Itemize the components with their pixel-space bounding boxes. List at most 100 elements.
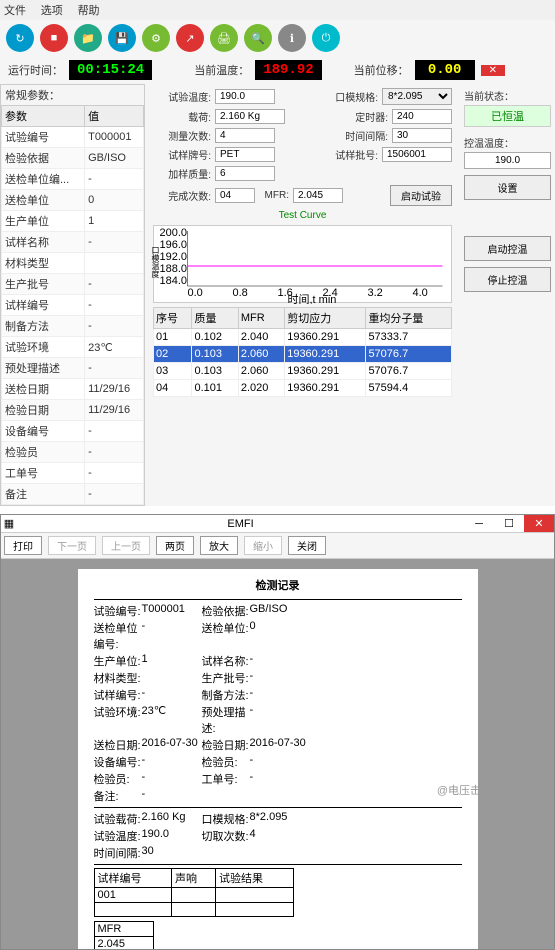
param-row[interactable]: 试样编号-	[2, 295, 144, 316]
close-button[interactable]: 关闭	[288, 536, 326, 555]
start-ctrl-button[interactable]: 启动控温	[464, 236, 551, 261]
power-icon[interactable]: ⏻	[312, 24, 340, 52]
svg-text:0.8: 0.8	[233, 287, 248, 299]
batch-input[interactable]	[382, 147, 452, 162]
zoomout-button[interactable]: 缩小	[244, 536, 282, 555]
col-mass: 质量	[192, 308, 238, 329]
center-panel: 试验温度: 口模规格: 8*2.095 载荷: 定时器: 测量次数: 时间间隔:…	[145, 84, 460, 506]
settings-icon[interactable]: ⚙	[142, 24, 170, 52]
count-input[interactable]	[215, 128, 275, 143]
param-row[interactable]: 预处理描述-	[2, 358, 144, 379]
toolbar: ↻ ■ 📁 💾 ⚙ ↗ 🖨 🔍 ℹ ⏻	[0, 20, 555, 56]
param-row[interactable]: 试样名称-	[2, 232, 144, 253]
param-row[interactable]: 检验员-	[2, 442, 144, 463]
zoom-icon[interactable]: 🔍	[244, 24, 272, 52]
load-input[interactable]	[215, 109, 285, 124]
menu-file[interactable]: 文件	[4, 5, 26, 17]
param-row[interactable]: 送检日期11/29/16	[2, 379, 144, 400]
addmass-label: 加样质量:	[153, 166, 211, 181]
alert-icon[interactable]: ✕	[481, 65, 505, 76]
refresh-icon[interactable]: ↻	[6, 24, 34, 52]
minimize-icon[interactable]: ─	[464, 518, 494, 530]
param-row[interactable]: 材料类型	[2, 253, 144, 274]
settings-button[interactable]: 设置	[464, 175, 551, 200]
done-input[interactable]	[215, 188, 255, 203]
svg-text:200.0: 200.0	[160, 227, 188, 239]
params-table: 参数值 试验编号T000001检验依据GB/ISO送检单位编...-送检单位0生…	[1, 105, 144, 505]
report-page: 检测记录 试验编号:T000001检验依据:GB/ISO送检单位编号:-送检单位…	[78, 569, 478, 949]
nextpage-button[interactable]: 下一页	[48, 536, 96, 555]
prevpage-button[interactable]: 上一页	[102, 536, 150, 555]
stop-ctrl-button[interactable]: 停止控温	[464, 267, 551, 292]
data-row[interactable]: 040.1012.02019360.29157594.4	[154, 380, 452, 397]
report-window: ▦ EMFI ─ ☐ ✕ 打印 下一页 上一页 两页 放大 缩小 关闭 检测记录…	[0, 514, 555, 950]
param-row[interactable]: 试验环境23℃	[2, 337, 144, 358]
param-val-hdr: 值	[85, 106, 144, 127]
data-row[interactable]: 030.1032.06019360.29157076.7	[154, 363, 452, 380]
zoomin-button[interactable]: 放大	[200, 536, 238, 555]
data-row[interactable]: 020.1032.06019360.29157076.7	[154, 346, 452, 363]
main-area: 常规参数： 参数值 试验编号T000001检验依据GB/ISO送检单位编...-…	[0, 84, 555, 506]
runtime-label: 运行时间：	[8, 62, 63, 78]
menu-help[interactable]: 帮助	[78, 5, 100, 17]
brand-input[interactable]	[215, 147, 275, 162]
spec-label: 口模规格:	[320, 89, 378, 104]
spec-select[interactable]: 8*2.095	[382, 88, 452, 105]
col-stress: 剪切应力	[285, 308, 366, 329]
print-icon[interactable]: 🖨	[210, 24, 238, 52]
chart-ylabel: 口模温度	[150, 246, 161, 278]
info-icon[interactable]: ℹ	[278, 24, 306, 52]
status-row: 运行时间： 00:15:24 当前温度： 189.92 当前位移： 0.00 ✕	[0, 56, 555, 84]
param-row[interactable]: 送检单位0	[2, 190, 144, 211]
svg-text:192.0: 192.0	[160, 251, 188, 263]
menu-options[interactable]: 选项	[41, 5, 63, 17]
open-icon[interactable]: 📁	[74, 24, 102, 52]
addmass-input[interactable]	[215, 166, 275, 181]
param-row[interactable]: 试验编号T000001	[2, 127, 144, 148]
curtemp-value: 189.92	[255, 60, 321, 80]
col-mw: 重均分子量	[366, 308, 452, 329]
report-toolbar: 打印 下一页 上一页 两页 放大 缩小 关闭	[1, 533, 554, 559]
report-title: 检测记录	[94, 577, 462, 593]
print-button[interactable]: 打印	[4, 536, 42, 555]
data-table: 序号 质量 MFR 剪切应力 重均分子量 010.1022.04019360.2…	[153, 307, 452, 397]
mfr-input[interactable]	[293, 188, 343, 203]
interval-input[interactable]	[392, 128, 452, 143]
col-mfr: MFR	[238, 308, 284, 329]
param-row[interactable]: 检验日期11/29/16	[2, 400, 144, 421]
interval-label: 时间间隔:	[330, 128, 388, 143]
brand-label: 试样牌号:	[153, 147, 211, 162]
param-row[interactable]: 生产单位1	[2, 211, 144, 232]
chart-title: Test Curve	[153, 210, 452, 221]
curpos-label: 当前位移：	[354, 62, 409, 78]
export-icon[interactable]: ↗	[176, 24, 204, 52]
report-viewport[interactable]: 检测记录 试验编号:T000001检验依据:GB/ISO送检单位编号:-送检单位…	[1, 559, 554, 949]
param-row[interactable]: 送检单位编...-	[2, 169, 144, 190]
data-row[interactable]: 010.1022.04019360.29157333.7	[154, 329, 452, 346]
curpos-value: 0.00	[415, 60, 475, 80]
stop-icon[interactable]: ■	[40, 24, 68, 52]
maximize-icon[interactable]: ☐	[494, 517, 524, 530]
param-row[interactable]: 工单号-	[2, 463, 144, 484]
svg-text:0.0: 0.0	[188, 287, 203, 299]
test-curve-chart: 200.0196.0 192.0188.0 184.0 0.00.8 1.62.…	[153, 225, 452, 303]
ctrltemp-input[interactable]	[464, 152, 551, 169]
param-row[interactable]: 备注-	[2, 484, 144, 505]
param-row[interactable]: 检验依据GB/ISO	[2, 148, 144, 169]
param-row[interactable]: 设备编号-	[2, 421, 144, 442]
param-row[interactable]: 生产批号-	[2, 274, 144, 295]
close-icon[interactable]: ✕	[524, 515, 554, 532]
svg-text:时间,t min: 时间,t min	[288, 293, 337, 304]
app-icon: ▦	[1, 517, 17, 530]
timer-input[interactable]	[392, 109, 452, 124]
save-icon[interactable]: 💾	[108, 24, 136, 52]
param-row[interactable]: 制备方法-	[2, 316, 144, 337]
start-test-button[interactable]: 启动试验	[390, 185, 452, 206]
temp-input[interactable]	[215, 89, 275, 104]
twopage-button[interactable]: 两页	[156, 536, 194, 555]
mfr-label: MFR:	[259, 190, 289, 201]
count-label: 测量次数:	[153, 128, 211, 143]
svg-text:4.0: 4.0	[413, 287, 428, 299]
report-data-table: 试样编号声响试验结果 001	[94, 868, 294, 917]
load-label: 载荷:	[153, 109, 211, 124]
